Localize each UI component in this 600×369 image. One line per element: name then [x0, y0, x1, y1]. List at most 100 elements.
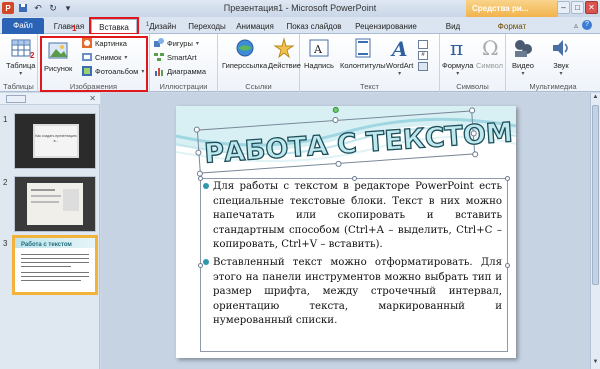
- vertical-scrollbar[interactable]: ▲ ▼: [590, 93, 600, 369]
- wordart-button[interactable]: A WordArt ▾: [386, 37, 413, 77]
- help-icon[interactable]: ?: [582, 20, 592, 30]
- svg-text:A: A: [313, 43, 323, 56]
- action-button[interactable]: Действие: [268, 37, 301, 70]
- tab-transitions[interactable]: Переходы: [186, 19, 228, 34]
- action-button-label: Действие: [268, 61, 301, 70]
- bullet-icon: [203, 183, 209, 189]
- textbox-icon: A: [309, 39, 329, 57]
- scroll-up-icon[interactable]: ▲: [592, 94, 599, 102]
- group-symbols: π Формула ▾ Ω Символ Символы: [440, 34, 506, 92]
- symbol-button[interactable]: Ω Символ: [476, 37, 503, 70]
- tab-slideshow[interactable]: Показ слайдов: [282, 19, 346, 34]
- smartart-button-label: SmartArt: [167, 52, 197, 62]
- tab-view[interactable]: Вид: [440, 19, 466, 34]
- slides-pane-header: ✕: [0, 93, 100, 105]
- minimize-icon[interactable]: –: [557, 1, 570, 14]
- group-illustrations-label: Иллюстрации: [159, 82, 208, 91]
- window-controls: – □ ✕: [557, 1, 598, 14]
- textbox-button-label: Надпись: [304, 61, 334, 70]
- audio-button[interactable]: Звук ▾: [550, 37, 572, 77]
- group-tables: Таблица ▾ Таблицы: [0, 34, 38, 92]
- scrollbar-thumb[interactable]: [592, 105, 599, 285]
- group-links-label: Ссылки: [245, 82, 272, 91]
- thumb2-page: [27, 183, 83, 225]
- video-button-label: Видео: [512, 61, 534, 70]
- textbox-button[interactable]: A Надпись: [304, 37, 334, 70]
- speaker-icon: [553, 40, 568, 56]
- smartart-button[interactable]: SmartArt: [154, 52, 197, 62]
- slide-thumbnail-1[interactable]: Как создать презентацию в...: [14, 113, 96, 169]
- film-reel-icon: [515, 40, 532, 57]
- thumb1-title: Как создать презентацию в...: [35, 134, 77, 143]
- maximize-icon[interactable]: □: [571, 1, 584, 14]
- object-icon[interactable]: [418, 62, 428, 71]
- table-icon: [11, 39, 31, 57]
- audio-button-label: Звук: [553, 61, 569, 70]
- tab-design[interactable]: 1Дизайн: [141, 19, 181, 34]
- wordart-icon: A: [390, 37, 408, 59]
- text-extra-icons: #: [418, 40, 428, 71]
- images-group-highlight: [40, 36, 148, 92]
- group-tables-label: Таблицы: [3, 82, 34, 91]
- thumb1-frame: Как создать презентацию в...: [33, 124, 79, 158]
- slide-thumbnail-3[interactable]: Работа с текстом: [12, 235, 98, 295]
- close-icon[interactable]: ✕: [585, 1, 598, 14]
- close-pane-icon[interactable]: ✕: [89, 94, 96, 103]
- wordart-button-label: WordArt: [386, 61, 414, 70]
- insert-tab-highlight: [89, 17, 139, 35]
- pi-icon: π: [450, 37, 463, 59]
- group-text: A Надпись Колонтитулы A WordArt ▾ # Текс…: [300, 34, 440, 92]
- scroll-down-icon[interactable]: ▼: [592, 359, 599, 367]
- ribbon-minimize-icon[interactable]: ▵: [574, 21, 578, 30]
- tab-design-label: Дизайн: [149, 22, 177, 31]
- slide-paragraph-2-text: Вставленный текст можно отформатировать.…: [213, 257, 502, 327]
- smartart-icon: [154, 53, 164, 61]
- headerfooter-button-label: Колонтитулы: [340, 61, 386, 70]
- hyperlink-globe-icon: [236, 39, 254, 57]
- hyperlink-button[interactable]: Гиперссылка: [222, 37, 267, 70]
- tab-file[interactable]: Файл: [2, 18, 44, 34]
- shapes-button[interactable]: Фигуры ▾: [154, 38, 199, 48]
- step-marker-1: 1: [72, 24, 77, 33]
- thumb3-title: Работа с текстом: [21, 242, 72, 248]
- headerfooter-button[interactable]: Колонтитулы: [340, 37, 386, 70]
- svg-text:π: π: [450, 37, 463, 59]
- slide-number-3: 3: [3, 239, 8, 248]
- step-marker-2: 2: [30, 51, 35, 60]
- chart-icon: [155, 68, 163, 76]
- slide-number-icon[interactable]: #: [418, 51, 428, 60]
- group-symbols-label: Символы: [456, 82, 489, 91]
- action-star-icon: [273, 37, 296, 59]
- hyperlink-button-label: Гиперссылка: [222, 61, 268, 70]
- title-bar: P ↶ ↻ ▾ Презентация1 - Microsoft PowerPo…: [0, 0, 600, 17]
- bullet-icon: [203, 259, 209, 265]
- symbol-button-label: Символ: [476, 61, 504, 70]
- group-links: Гиперссылка Действие Ссылки: [218, 34, 301, 92]
- slides-outline-tabs[interactable]: [6, 95, 26, 103]
- chart-button[interactable]: Диаграмма: [154, 66, 206, 76]
- group-text-label: Текст: [360, 82, 379, 91]
- slides-pane: ✕ 1 Как создать презентацию в... 2 3 Раб…: [0, 93, 100, 369]
- date-time-icon[interactable]: [418, 40, 428, 49]
- slide-canvas[interactable]: РАБОТА С ТЕКСТОМ Для работы с текстом в …: [176, 106, 516, 358]
- svg-text:Ω: Ω: [482, 37, 499, 59]
- slide-paragraph-2[interactable]: Вставленный текст можно отформатировать.…: [203, 256, 502, 329]
- tab-format[interactable]: Формат: [492, 19, 532, 34]
- ribbon: Таблица ▾ Таблицы Рисунок Картинка Снимо…: [0, 34, 600, 92]
- slide-number-2: 2: [3, 178, 8, 187]
- chart-button-label: Диаграмма: [167, 66, 207, 76]
- tab-animation[interactable]: Анимация: [232, 19, 278, 34]
- tab-review[interactable]: Рецензирование: [350, 19, 422, 34]
- slide-thumbnail-2[interactable]: [14, 176, 96, 232]
- drawing-tools-context-title: Средства ри...: [466, 0, 558, 17]
- tab-home[interactable]: Главная: [50, 19, 88, 34]
- video-button[interactable]: Видео ▾: [512, 37, 534, 77]
- slide-paragraph-1[interactable]: Для работы с текстом в редакторе PowerPo…: [203, 180, 502, 253]
- formula-button[interactable]: π Формула ▾: [442, 37, 473, 77]
- slide-editor-area: РАБОТА С ТЕКСТОМ Для работы с текстом в …: [101, 93, 590, 369]
- svg-text:A: A: [390, 37, 408, 59]
- slide-number-1: 1: [3, 115, 8, 124]
- headerfooter-icon: [355, 38, 371, 58]
- formula-button-label: Формула: [442, 61, 474, 70]
- shapes-icon: [154, 38, 164, 47]
